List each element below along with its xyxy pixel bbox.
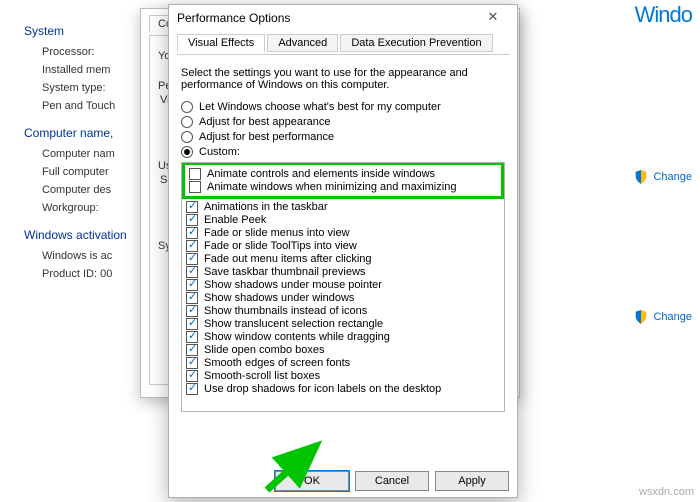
performance-options-window: Performance Options ✕ Visual Effects Adv… (168, 4, 518, 498)
checkbox-shadows-pointer[interactable] (186, 279, 198, 291)
radio-label: Let Windows choose what's best for my co… (199, 101, 441, 113)
titlebar: Performance Options ✕ (169, 5, 517, 31)
checkbox-translucent-selection[interactable] (186, 318, 198, 330)
checkbox-fade-menu-items[interactable] (186, 253, 198, 265)
shield-icon (634, 310, 648, 324)
checkbox-label: Animate windows when minimizing and maxi… (207, 181, 456, 193)
checkbox-label: Show shadows under windows (204, 292, 354, 304)
checkbox-label: Show window contents while dragging (204, 331, 390, 343)
checkbox-label: Show shadows under mouse pointer (204, 279, 382, 291)
radio-label: Adjust for best appearance (199, 116, 330, 128)
checkbox-drop-shadows-desktop[interactable] (186, 383, 198, 395)
checkbox-smooth-scroll[interactable] (186, 370, 198, 382)
checkbox-shadows-windows[interactable] (186, 292, 198, 304)
change-link-text[interactable]: Change (653, 311, 692, 323)
checkbox-fade-menus[interactable] (186, 227, 198, 239)
checkbox-label: Animations in the taskbar (204, 201, 328, 213)
change-settings-link-2[interactable]: Change (634, 310, 692, 324)
change-settings-link-1[interactable]: Change (634, 170, 692, 184)
checkbox-label: Smooth-scroll list boxes (204, 370, 320, 382)
checkbox-label: Fade or slide ToolTips into view (204, 240, 357, 252)
ok-button[interactable]: OK (275, 471, 349, 491)
radio-let-windows-choose[interactable] (181, 101, 193, 113)
window-title: Performance Options (177, 5, 290, 31)
tab-advanced[interactable]: Advanced (267, 34, 338, 52)
checkbox-animate-windows[interactable] (189, 181, 201, 193)
checkbox-animations-taskbar[interactable] (186, 201, 198, 213)
annotation-highlight: Animate controls and elements inside win… (182, 162, 504, 199)
checkbox-label: Fade or slide menus into view (204, 227, 350, 239)
radio-best-appearance[interactable] (181, 116, 193, 128)
checkbox-label: Slide open combo boxes (204, 344, 324, 356)
button-bar: OK Cancel Apply (275, 471, 509, 491)
checkbox-save-thumbnails[interactable] (186, 266, 198, 278)
change-link-text[interactable]: Change (653, 171, 692, 183)
checkbox-label: Use drop shadows for icon labels on the … (204, 383, 441, 395)
tab-visual-effects[interactable]: Visual Effects (177, 34, 265, 52)
radio-label: Custom: (199, 146, 240, 158)
apply-button[interactable]: Apply (435, 471, 509, 491)
visual-effects-page: Select the settings you want to use for … (169, 55, 517, 420)
watermark-text: wsxdn.com (639, 486, 694, 498)
checkbox-label: Show thumbnails instead of icons (204, 305, 367, 317)
radio-best-performance[interactable] (181, 131, 193, 143)
cancel-button[interactable]: Cancel (355, 471, 429, 491)
close-button[interactable]: ✕ (477, 8, 509, 28)
tab-dep[interactable]: Data Execution Prevention (340, 34, 492, 52)
checkbox-slide-combo[interactable] (186, 344, 198, 356)
checkbox-window-contents-drag[interactable] (186, 331, 198, 343)
checkbox-label: Save taskbar thumbnail previews (204, 266, 365, 278)
checkbox-fade-tooltips[interactable] (186, 240, 198, 252)
checkbox-animate-controls[interactable] (189, 168, 201, 180)
checkbox-thumbnails-icons[interactable] (186, 305, 198, 317)
checkbox-label: Animate controls and elements inside win… (207, 168, 435, 180)
effects-listbox[interactable]: Animate controls and elements inside win… (181, 162, 505, 412)
checkbox-enable-peek[interactable] (186, 214, 198, 226)
checkbox-label: Fade out menu items after clicking (204, 253, 372, 265)
checkbox-smooth-fonts[interactable] (186, 357, 198, 369)
intro-text: Select the settings you want to use for … (181, 67, 505, 91)
radio-custom[interactable] (181, 146, 193, 158)
checkbox-label: Smooth edges of screen fonts (204, 357, 350, 369)
shield-icon (634, 170, 648, 184)
checkbox-label: Enable Peek (204, 214, 266, 226)
checkbox-label: Show translucent selection rectangle (204, 318, 383, 330)
tabstrip: Visual Effects Advanced Data Execution P… (177, 33, 509, 55)
radio-label: Adjust for best performance (199, 131, 334, 143)
